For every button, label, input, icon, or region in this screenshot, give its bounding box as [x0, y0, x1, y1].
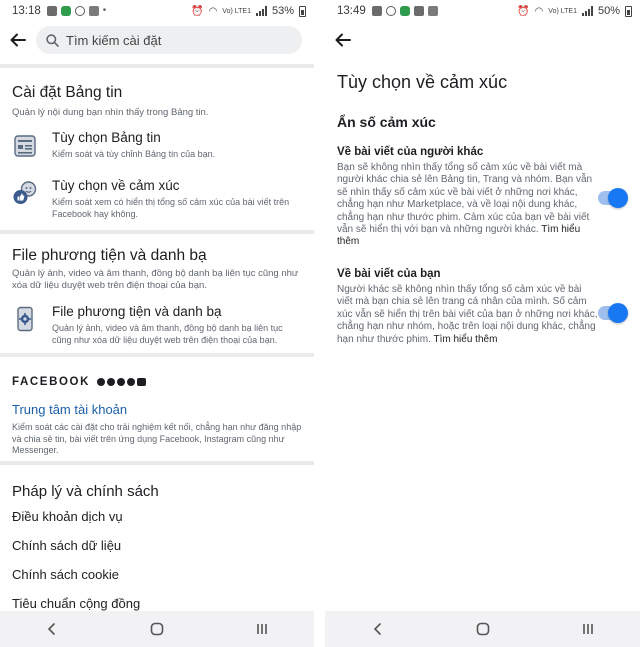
nav-recents-icon [256, 624, 267, 634]
legal-row-terms[interactable]: Điều khoản dịch vụ [12, 509, 123, 524]
nav-back-button[interactable] [363, 614, 393, 644]
legal-row-data-policy[interactable]: Chính sách dữ liệu [12, 538, 121, 553]
search-placeholder: Tìm kiếm cài đặt [66, 32, 162, 48]
section-title-news-feed: Cài đặt Bảng tin [12, 84, 123, 101]
divider [0, 461, 314, 465]
section-title-media: File phương tiện và danh bạ [12, 247, 207, 264]
search-icon [46, 33, 59, 47]
android-nav-bar [0, 611, 314, 647]
alarm-icon: ⏰ [517, 5, 530, 17]
section-title-hide-counts: Ẩn số cảm xúc [337, 114, 436, 130]
app-notification-icon [60, 6, 71, 16]
page-title: Tùy chọn về cảm xúc [337, 72, 508, 92]
network-type-label: Vo) LTE1 [222, 7, 251, 15]
accounts-center-desc: Kiểm soát các cài đặt cho trải nghiệm kế… [12, 422, 302, 455]
section-subtitle-news-feed: Quản lý nội dung bạn nhìn thấy trong Bản… [12, 107, 209, 118]
message-icon [413, 6, 424, 16]
nav-home-button[interactable] [468, 614, 498, 644]
settings-item-desc: Kiểm soát và tùy chỉnh Bảng tin của bạn. [52, 149, 216, 159]
toggle-hide-own-counts[interactable] [598, 303, 628, 323]
divider [0, 353, 314, 357]
nav-back-icon [48, 623, 56, 635]
image-notification-icon [427, 6, 438, 16]
back-arrow-icon [335, 33, 351, 47]
alarm-icon: ⏰ [191, 5, 204, 17]
settings-item-label: Tùy chọn Bảng tin [52, 130, 161, 145]
status-time: 13:18 [12, 5, 41, 17]
back-arrow-icon [10, 33, 26, 47]
toggle-knob [608, 188, 628, 208]
settings-item-label: File phương tiện và danh bạ [52, 304, 222, 319]
section-subtitle-media: Quản lý ảnh, video và âm thanh, đồng bộ … [12, 268, 299, 291]
battery-icon [625, 5, 632, 17]
status-bar: 13:18 • ⏰ ◠ Vo) LTE1 53% [0, 0, 314, 22]
nav-recents-icon [582, 624, 593, 634]
settings-item-desc: Kiểm soát xem có hiển thị tổng số cảm xú… [52, 197, 290, 219]
legal-row-community-standards[interactable]: Tiêu chuẩn cộng đồng [12, 596, 140, 611]
ring-notification-icon [385, 6, 396, 16]
ring-notification-icon [74, 6, 85, 16]
status-time: 13:49 [337, 5, 366, 17]
settings-item-news-feed-preferences[interactable]: Tùy chọn Bảng tin Kiểm soát và tùy chỉnh… [0, 128, 314, 174]
battery-percent: 50% [597, 5, 620, 17]
accounts-center-link[interactable]: Trung tâm tài khoản [12, 402, 127, 417]
screen-header [325, 22, 640, 58]
whatsapp-icon [127, 378, 135, 386]
nav-recents-button[interactable] [247, 614, 277, 644]
nav-home-button[interactable] [142, 614, 172, 644]
nav-home-icon [476, 622, 489, 636]
reaction-preferences-screen: 13:49 ⏰ ◠ Vo) LTE1 50% Tùy chọn về cảm x… [325, 0, 640, 647]
settings-item-reaction-preferences[interactable]: Tùy chọn về cảm xúc Kiểm soát xem có hiể… [0, 176, 314, 226]
instagram-icon [117, 378, 125, 386]
screenshot-gap [314, 0, 325, 647]
legal-row-cookie-policy[interactable]: Chính sách cookie [12, 567, 119, 582]
divider [0, 64, 314, 68]
android-nav-bar [325, 611, 640, 647]
oculus-icon [137, 378, 146, 386]
option-title-own-posts: Về bài viết của bạn [337, 268, 441, 280]
back-button[interactable] [325, 22, 361, 58]
wifi-icon: ◠ [208, 5, 218, 17]
divider [0, 230, 314, 234]
battery-percent: 53% [271, 5, 294, 17]
facebook-icon [97, 378, 105, 386]
meta-apps-icons [97, 378, 146, 386]
nav-back-button[interactable] [37, 614, 67, 644]
settings-item-label: Tùy chọn về cảm xúc [52, 178, 180, 193]
nav-recents-button[interactable] [573, 614, 603, 644]
search-input[interactable]: Tìm kiếm cài đặt [36, 26, 302, 54]
network-type-label: Vo) LTE1 [548, 7, 577, 15]
settings-screen: 13:18 • ⏰ ◠ Vo) LTE1 53% Tìm kiếm cài đặ… [0, 0, 314, 647]
message-icon [46, 6, 57, 16]
nav-back-icon [373, 623, 381, 635]
toggle-hide-others-counts[interactable] [598, 188, 628, 208]
option-desc-own-posts: Người khác sẽ không nhìn thấy tổng số cả… [337, 284, 599, 346]
signal-icon [255, 6, 267, 16]
reactions-icon [13, 181, 37, 204]
option-desc-others-posts: Bạn sẽ không nhìn thấy tổng số cảm xúc v… [337, 162, 599, 249]
section-title-legal: Pháp lý và chính sách [12, 483, 159, 500]
news-feed-icon [14, 135, 36, 157]
back-button[interactable] [0, 22, 36, 58]
option-title-others-posts: Về bài viết của người khác [337, 146, 484, 158]
app-notification-icon [399, 6, 410, 16]
battery-icon [299, 5, 306, 17]
learn-more-link[interactable]: Tìm hiểu thêm [434, 334, 498, 345]
signal-icon [581, 6, 593, 16]
phone-settings-icon [17, 306, 33, 332]
settings-item-media-contacts[interactable]: File phương tiện và danh bạ Quản lý ảnh,… [0, 302, 314, 348]
toggle-knob [608, 303, 628, 323]
status-bar: 13:49 ⏰ ◠ Vo) LTE1 50% [325, 0, 640, 22]
settings-item-desc: Quản lý ảnh, video và âm thanh, đồng bộ … [52, 323, 283, 345]
image-notification-icon [88, 6, 99, 16]
nav-home-icon [150, 622, 164, 636]
more-notifications-icon: • [102, 5, 107, 16]
messenger-icon [107, 378, 115, 386]
wifi-icon: ◠ [534, 5, 544, 17]
facebook-brand: FACEBOOK [12, 376, 90, 388]
message-icon [371, 6, 382, 16]
settings-header: Tìm kiếm cài đặt [0, 22, 314, 58]
